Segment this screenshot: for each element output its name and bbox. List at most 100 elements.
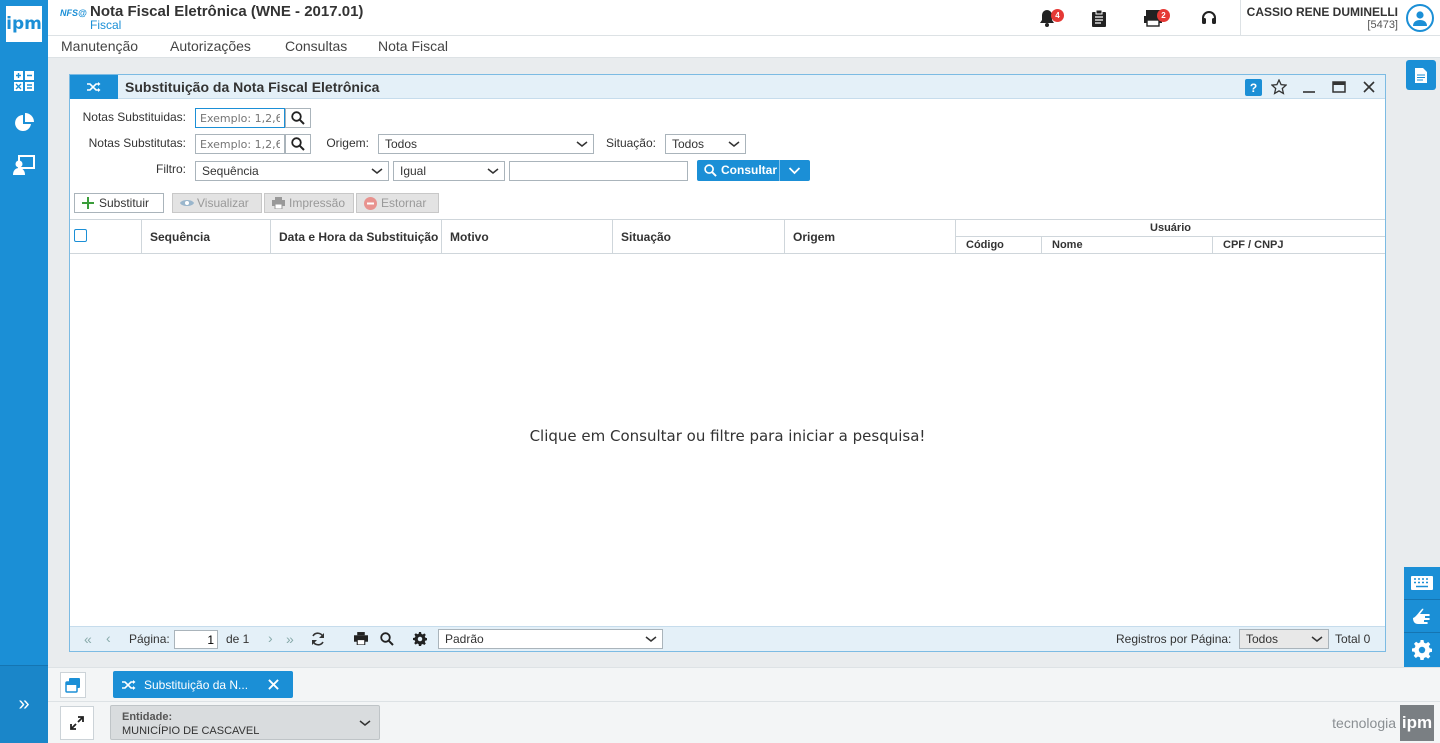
- clipboard-button[interactable]: [1088, 8, 1110, 28]
- open-window-tab[interactable]: Substituição da N...: [113, 671, 293, 698]
- avatar[interactable]: [1406, 4, 1434, 32]
- filtro-field-select[interactable]: Sequência: [195, 161, 389, 181]
- notas-substitutas-search-button[interactable]: [285, 134, 311, 154]
- column-situacao[interactable]: Situação: [613, 220, 785, 254]
- close-icon[interactable]: [268, 679, 279, 690]
- chevron-down-icon[interactable]: [788, 166, 801, 176]
- fullscreen-button[interactable]: [60, 706, 94, 740]
- first-page-icon[interactable]: «: [84, 631, 92, 647]
- close-window-button[interactable]: [1360, 78, 1378, 96]
- user-monitor-icon[interactable]: [12, 153, 36, 177]
- notas-substituidas-search-button[interactable]: [285, 108, 311, 128]
- entidade-select[interactable]: Entidade: MUNICÍPIO DE CASCAVEL: [110, 705, 380, 740]
- entidade-value: MUNICÍPIO DE CASCAVEL: [122, 725, 260, 737]
- document-panel-button[interactable]: [1406, 60, 1436, 90]
- group-header-usuario: Usuário: [956, 220, 1385, 237]
- column-codigo[interactable]: Código: [956, 237, 1042, 254]
- column-data-hora[interactable]: Data e Hora da Substituição: [271, 220, 442, 254]
- print-queue-button[interactable]: 2: [1142, 8, 1170, 28]
- printer-icon: [272, 197, 285, 209]
- help-button[interactable]: ?: [1245, 79, 1262, 96]
- minimize-button[interactable]: [1300, 78, 1318, 96]
- favorite-button[interactable]: [1270, 78, 1288, 96]
- window-taskbar: Substituição da N...: [48, 667, 1440, 701]
- close-icon: [1363, 81, 1375, 93]
- menu-item-manutencao[interactable]: Manutenção: [61, 38, 138, 54]
- consultar-button[interactable]: Consultar: [697, 160, 810, 181]
- headset-icon: [1202, 11, 1216, 24]
- clipboard-icon: [1092, 9, 1106, 27]
- calculator-icon[interactable]: [12, 69, 36, 93]
- substituir-button[interactable]: Substituir: [74, 193, 164, 213]
- chevron-down-icon: [645, 636, 657, 642]
- page-input[interactable]: [174, 630, 218, 649]
- situacao-select[interactable]: Todos: [665, 134, 746, 154]
- origem-select[interactable]: Todos: [378, 134, 594, 154]
- pie-chart-icon[interactable]: [12, 111, 36, 135]
- printer-icon[interactable]: [354, 632, 368, 645]
- layout-select[interactable]: Padrão: [438, 629, 663, 649]
- settings-button[interactable]: [1404, 633, 1440, 666]
- visualizar-label: Visualizar: [197, 196, 249, 210]
- last-page-icon[interactable]: »: [286, 631, 294, 647]
- accessibility-button[interactable]: [1404, 600, 1440, 633]
- gear-icon[interactable]: [413, 632, 427, 646]
- brand-logo: ipm: [1400, 705, 1434, 741]
- per-page-select[interactable]: Todos: [1239, 629, 1329, 649]
- column-origem[interactable]: Origem: [785, 220, 956, 254]
- notifications-badge: 4: [1051, 9, 1064, 22]
- shuffle-icon: [70, 75, 118, 99]
- chevron-down-icon: [371, 168, 383, 174]
- ipm-logo[interactable]: ipm: [6, 6, 42, 42]
- column-cpf-cnpj[interactable]: CPF / CNPJ: [1213, 237, 1385, 254]
- keyboard-icon: [1411, 576, 1433, 590]
- windows-stack-icon: [65, 678, 80, 693]
- estornar-button[interactable]: Estornar: [356, 193, 439, 213]
- origem-label: Origem:: [326, 136, 369, 150]
- chevron-down-icon: [487, 168, 499, 174]
- chevron-down-icon: [728, 141, 740, 147]
- page-count: de 1: [226, 632, 250, 646]
- previous-page-icon[interactable]: ‹: [106, 630, 111, 646]
- impressao-button[interactable]: Impressão: [264, 193, 354, 213]
- user-id: [5473]: [1367, 19, 1398, 31]
- select-all-checkbox[interactable]: [74, 229, 87, 242]
- shuffle-icon: [122, 680, 136, 690]
- column-nome[interactable]: Nome: [1042, 237, 1213, 254]
- windows-stack-button[interactable]: [60, 672, 86, 698]
- gear-icon: [1412, 639, 1432, 660]
- support-button[interactable]: [1198, 8, 1220, 28]
- filtro-operator-select[interactable]: Igual: [393, 161, 505, 181]
- next-page-icon[interactable]: ›: [268, 630, 273, 646]
- expand-sidebar-button[interactable]: »: [0, 665, 48, 743]
- window-titlebar: Substituição da Nota Fiscal Eletrônica ?: [70, 75, 1385, 99]
- maximize-button[interactable]: [1330, 78, 1348, 96]
- results-grid-header: Sequência Data e Hora da Substituição Mo…: [70, 219, 1385, 254]
- menu-item-consultas[interactable]: Consultas: [285, 38, 347, 54]
- notas-substituidas-input[interactable]: [195, 108, 285, 128]
- estornar-label: Estornar: [381, 196, 427, 210]
- keyboard-button[interactable]: [1404, 567, 1440, 600]
- notas-substitutas-label: Notas Substitutas:: [88, 136, 186, 150]
- empty-state-message: Clique em Consultar ou filtre para inici…: [529, 427, 926, 445]
- header-divider: [1240, 0, 1241, 36]
- filtro-value-input[interactable]: [509, 161, 688, 181]
- chevron-down-icon: [576, 141, 588, 147]
- search-icon[interactable]: [380, 632, 394, 646]
- pager: « ‹ Página: de 1 › » Padrão Registros po…: [70, 626, 1385, 651]
- impressao-label: Impressão: [289, 196, 346, 210]
- user-name[interactable]: CASSIO RENE DUMINELLI: [1247, 5, 1398, 19]
- menu-item-nota-fiscal[interactable]: Nota Fiscal: [378, 38, 448, 54]
- visualizar-button[interactable]: Visualizar: [172, 193, 262, 213]
- search-icon: [291, 137, 305, 151]
- column-sequencia[interactable]: Sequência: [142, 220, 271, 254]
- notifications-button[interactable]: 4: [1036, 8, 1064, 28]
- total-records: Total 0: [1335, 632, 1371, 646]
- layout-value: Padrão: [445, 632, 484, 646]
- minimize-icon: [1303, 91, 1315, 93]
- document-icon: [1415, 67, 1427, 83]
- refresh-icon[interactable]: [311, 632, 325, 646]
- column-motivo[interactable]: Motivo: [442, 220, 613, 254]
- notas-substitutas-input[interactable]: [195, 134, 285, 154]
- menu-item-autorizacoes[interactable]: Autorizações: [170, 38, 251, 54]
